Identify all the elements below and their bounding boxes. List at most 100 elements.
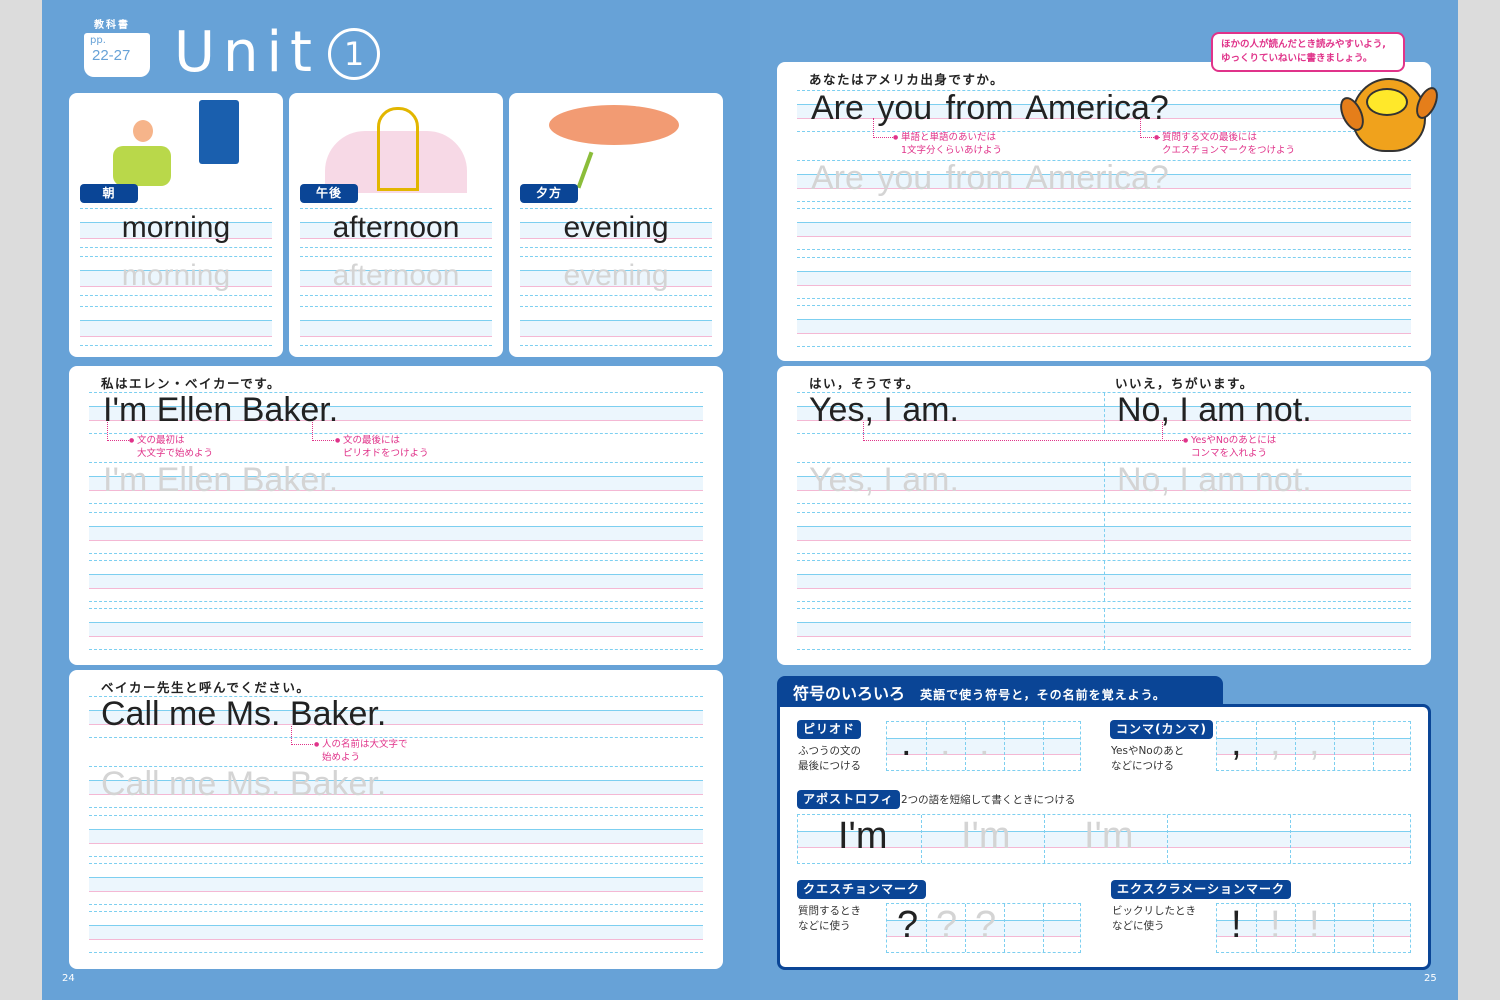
- annotation-comma: YesやNoのあとにはコンマを入れよう: [1183, 434, 1276, 460]
- symbols-title: 符号のいろいろ: [793, 684, 906, 703]
- practice-row[interactable]: [797, 512, 1411, 554]
- practice-row[interactable]: [520, 306, 712, 346]
- symbols-box: ピリオド ふつうの文の 最後につける . . . コンマ(カンマ) YesやNoの…: [777, 704, 1431, 970]
- model-row: morning: [80, 208, 272, 248]
- card-call-me: ベイカー先生と呼んでください。 Call me Ms. Baker. 人の名前は…: [69, 670, 723, 969]
- annotation-connector: [873, 118, 893, 138]
- apostrophe-model: I'm: [838, 815, 888, 857]
- model-row: afternoon: [300, 208, 492, 248]
- trace-row[interactable]: morning: [80, 256, 272, 296]
- model-word: evening: [563, 211, 669, 244]
- practice-row[interactable]: [89, 560, 703, 602]
- apostrophe-trace: I'm: [1084, 815, 1134, 857]
- period-desc: ふつうの文の 最後につける: [798, 745, 861, 772]
- japanese-sentence: あなたはアメリカ出身ですか。: [809, 72, 1005, 87]
- period-badge: ピリオド: [797, 720, 862, 739]
- question-trace: ?: [975, 904, 997, 946]
- model-sentence: I'm Ellen Baker.: [103, 391, 339, 429]
- question-model: ?: [897, 904, 919, 946]
- pages-prefix: pp.: [90, 35, 106, 46]
- trace-word: evening: [563, 259, 669, 292]
- annotation-word-spacing: 単語と単語のあいだは1文字分くらいあけよう: [893, 131, 1002, 157]
- model-sentence: Call me Ms. Baker.: [101, 695, 387, 733]
- apostrophe-practice-grid[interactable]: I'm I'm I'm: [797, 814, 1411, 864]
- comma-practice-grid[interactable]: , , ,: [1216, 721, 1411, 771]
- comma-badge: コンマ(カンマ): [1110, 720, 1213, 739]
- card-are-you-from-america: あなたはアメリカ出身ですか。 Are you from America? 単語と…: [777, 62, 1431, 361]
- exclamation-trace: !: [1270, 904, 1281, 946]
- annotation-connector: [1162, 422, 1182, 441]
- trace-row[interactable]: evening: [520, 256, 712, 296]
- trace-row[interactable]: Call me Ms. Baker.: [89, 766, 703, 808]
- model-row: Call me Ms. Baker.: [89, 696, 703, 738]
- textbook-page-ref: 教科書 pp. 22-27: [84, 16, 154, 78]
- annotation-name-capital: 人の名前は大文字で始めよう: [314, 738, 407, 764]
- card-ellen-baker: 私はエレン・ベイカーです。 I'm Ellen Baker. 文の最初は大文字で…: [69, 366, 723, 665]
- label-badge: 午後: [300, 184, 358, 203]
- practice-row[interactable]: [797, 608, 1411, 650]
- annotation-connector: [291, 726, 313, 745]
- question-badge: クエスチョンマーク: [797, 880, 927, 899]
- practice-row[interactable]: [89, 512, 703, 554]
- exclamation-practice-grid[interactable]: ! ! !: [1216, 903, 1411, 953]
- period-trace: .: [979, 722, 990, 764]
- trace-sentence: Call me Ms. Baker.: [101, 765, 387, 803]
- practice-row[interactable]: [89, 911, 703, 953]
- trace-sentence: Are you from America?: [811, 159, 1169, 197]
- exclamation-desc: ビックリしたとき などに使う: [1112, 905, 1196, 932]
- comma-model: ,: [1231, 722, 1242, 764]
- trace-row[interactable]: Are you from America?: [797, 160, 1411, 202]
- practice-row[interactable]: [797, 257, 1411, 299]
- practice-row[interactable]: [80, 306, 272, 346]
- model-word: morning: [121, 211, 231, 244]
- yes-japanese: はい，そうです。: [809, 376, 920, 391]
- practice-row[interactable]: [797, 208, 1411, 250]
- apostrophe-desc: 2つの語を短縮して書くときにつける: [901, 794, 1076, 806]
- period-trace: .: [940, 722, 951, 764]
- practice-row[interactable]: [89, 608, 703, 650]
- question-practice-grid[interactable]: ? ? ?: [886, 903, 1081, 953]
- practice-row[interactable]: [797, 305, 1411, 347]
- annotation-connector: [312, 422, 334, 441]
- practice-row[interactable]: [797, 560, 1411, 602]
- trace-word: afternoon: [332, 259, 460, 292]
- label-badge: 朝: [80, 184, 138, 203]
- unit-title: Unit: [174, 20, 320, 85]
- annotation-capital: 文の最初は大文字で始めよう: [129, 434, 213, 460]
- afternoon-tea-illustration: [325, 107, 467, 193]
- model-word: afternoon: [332, 211, 460, 244]
- page-number-right: 25: [1424, 973, 1437, 984]
- yes-trace: Yes, I am.: [809, 461, 959, 499]
- period-practice-grid[interactable]: . . .: [886, 721, 1081, 771]
- waking-up-illustration: [111, 98, 251, 190]
- trace-row[interactable]: Yes, I am. No, I am not.: [797, 462, 1411, 504]
- model-row: I'm Ellen Baker.: [89, 392, 703, 434]
- practice-row[interactable]: [89, 863, 703, 905]
- no-trace: No, I am not.: [1117, 461, 1312, 499]
- card-yes-no: はい，そうです。 いいえ，ちがいます。 Yes, I am. No, I am …: [777, 366, 1431, 665]
- apostrophe-badge: アポストロフィ: [797, 790, 900, 809]
- trace-row[interactable]: I'm Ellen Baker.: [89, 462, 703, 504]
- symbols-subtitle: 英語で使う符号と，その名前を覚えよう。: [920, 688, 1166, 702]
- sunset-dragonfly-illustration: [549, 105, 681, 189]
- exclamation-model: !: [1231, 904, 1242, 946]
- comma-trace: ,: [1270, 722, 1281, 764]
- period-model: .: [901, 722, 912, 764]
- exclamation-badge: エクスクラメーションマーク: [1111, 880, 1292, 899]
- practice-row[interactable]: [300, 306, 492, 346]
- unit-number: 1: [328, 28, 380, 80]
- card-morning: 朝 morning morning: [69, 93, 283, 357]
- pages-range: 22-27: [92, 47, 131, 64]
- exclamation-trace: !: [1309, 904, 1320, 946]
- owl-mascot: [1335, 78, 1443, 154]
- page-number-left: 24: [62, 973, 75, 984]
- practice-row[interactable]: [89, 815, 703, 857]
- comma-trace: ,: [1309, 722, 1320, 764]
- question-desc: 質問するとき などに使う: [798, 905, 861, 932]
- annotation-question-mark: 質問する文の最後にはクエスチョンマークをつけよう: [1154, 131, 1295, 157]
- question-trace: ?: [936, 904, 958, 946]
- annotation-period: 文の最後にはピリオドをつけよう: [335, 434, 428, 460]
- card-afternoon: 午後 afternoon afternoon: [289, 93, 503, 357]
- trace-row[interactable]: afternoon: [300, 256, 492, 296]
- speech-bubble: ほかの人が読んだとき読みやすいよう, ゆっくりていねいに書きましょう。: [1211, 32, 1405, 72]
